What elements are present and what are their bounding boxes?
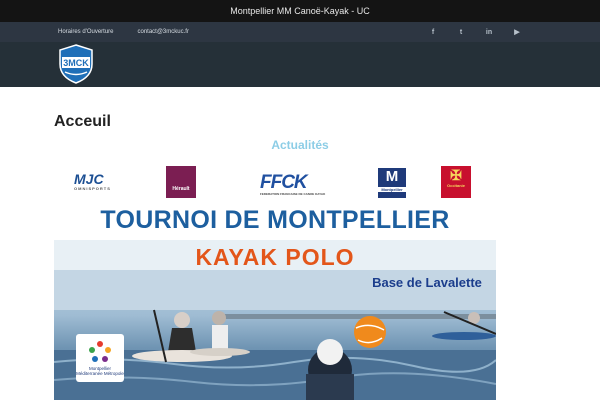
youtube-icon[interactable]: ▶ xyxy=(512,28,522,36)
occitan-cross-icon: ✠ xyxy=(450,167,462,183)
herault-logo: Hérault xyxy=(166,166,196,198)
mjc-logo: MJC OMNISPORTS xyxy=(74,171,111,191)
poster-subheadline: KAYAK POLO xyxy=(195,244,355,270)
linkedin-icon[interactable]: in xyxy=(484,29,494,36)
ffck-logo: FFCK FEDERATION FRANCAISE DE CANOE KAYAK xyxy=(260,172,326,196)
opening-hours-link[interactable]: Horaires d'Ouverture xyxy=(58,29,114,35)
contact-email-link[interactable]: contact@3mckuc.fr xyxy=(138,29,189,35)
page-title: Acceuil xyxy=(54,113,111,130)
metropole-star-icon xyxy=(89,341,111,362)
poster-headline: TOURNOI DE MONTPELLIER xyxy=(100,206,450,234)
tournament-poster[interactable]: MJC OMNISPORTS Hérault FFCK FEDERATION F… xyxy=(54,158,496,400)
social-links: f t in ▶ xyxy=(428,22,522,42)
site-top-bar: Montpellier MM Canoë-Kayak - UC xyxy=(0,0,600,22)
club-logo[interactable]: 3MCK xyxy=(58,44,94,84)
occitanie-logo: ✠ Occitanie xyxy=(441,166,471,198)
info-bar: Horaires d'Ouverture contact@3mckuc.fr f… xyxy=(0,22,600,42)
venue-label: Base de Lavalette xyxy=(372,275,482,290)
metropole-logo: Montpellier Méditerranée Métropole xyxy=(76,334,124,382)
facebook-icon[interactable]: f xyxy=(428,29,438,36)
twitter-icon[interactable]: t xyxy=(456,29,466,36)
sponsor-logos: MJC OMNISPORTS Hérault FFCK FEDERATION F… xyxy=(54,158,496,200)
montpellier-logo: M Montpellier xyxy=(378,168,406,198)
site-header: 3MCK xyxy=(0,42,600,87)
site-title[interactable]: Montpellier MM Canoë-Kayak - UC xyxy=(230,6,370,16)
news-section-title: Actualités xyxy=(271,138,329,152)
club-logo-text: 3MCK xyxy=(63,58,89,68)
